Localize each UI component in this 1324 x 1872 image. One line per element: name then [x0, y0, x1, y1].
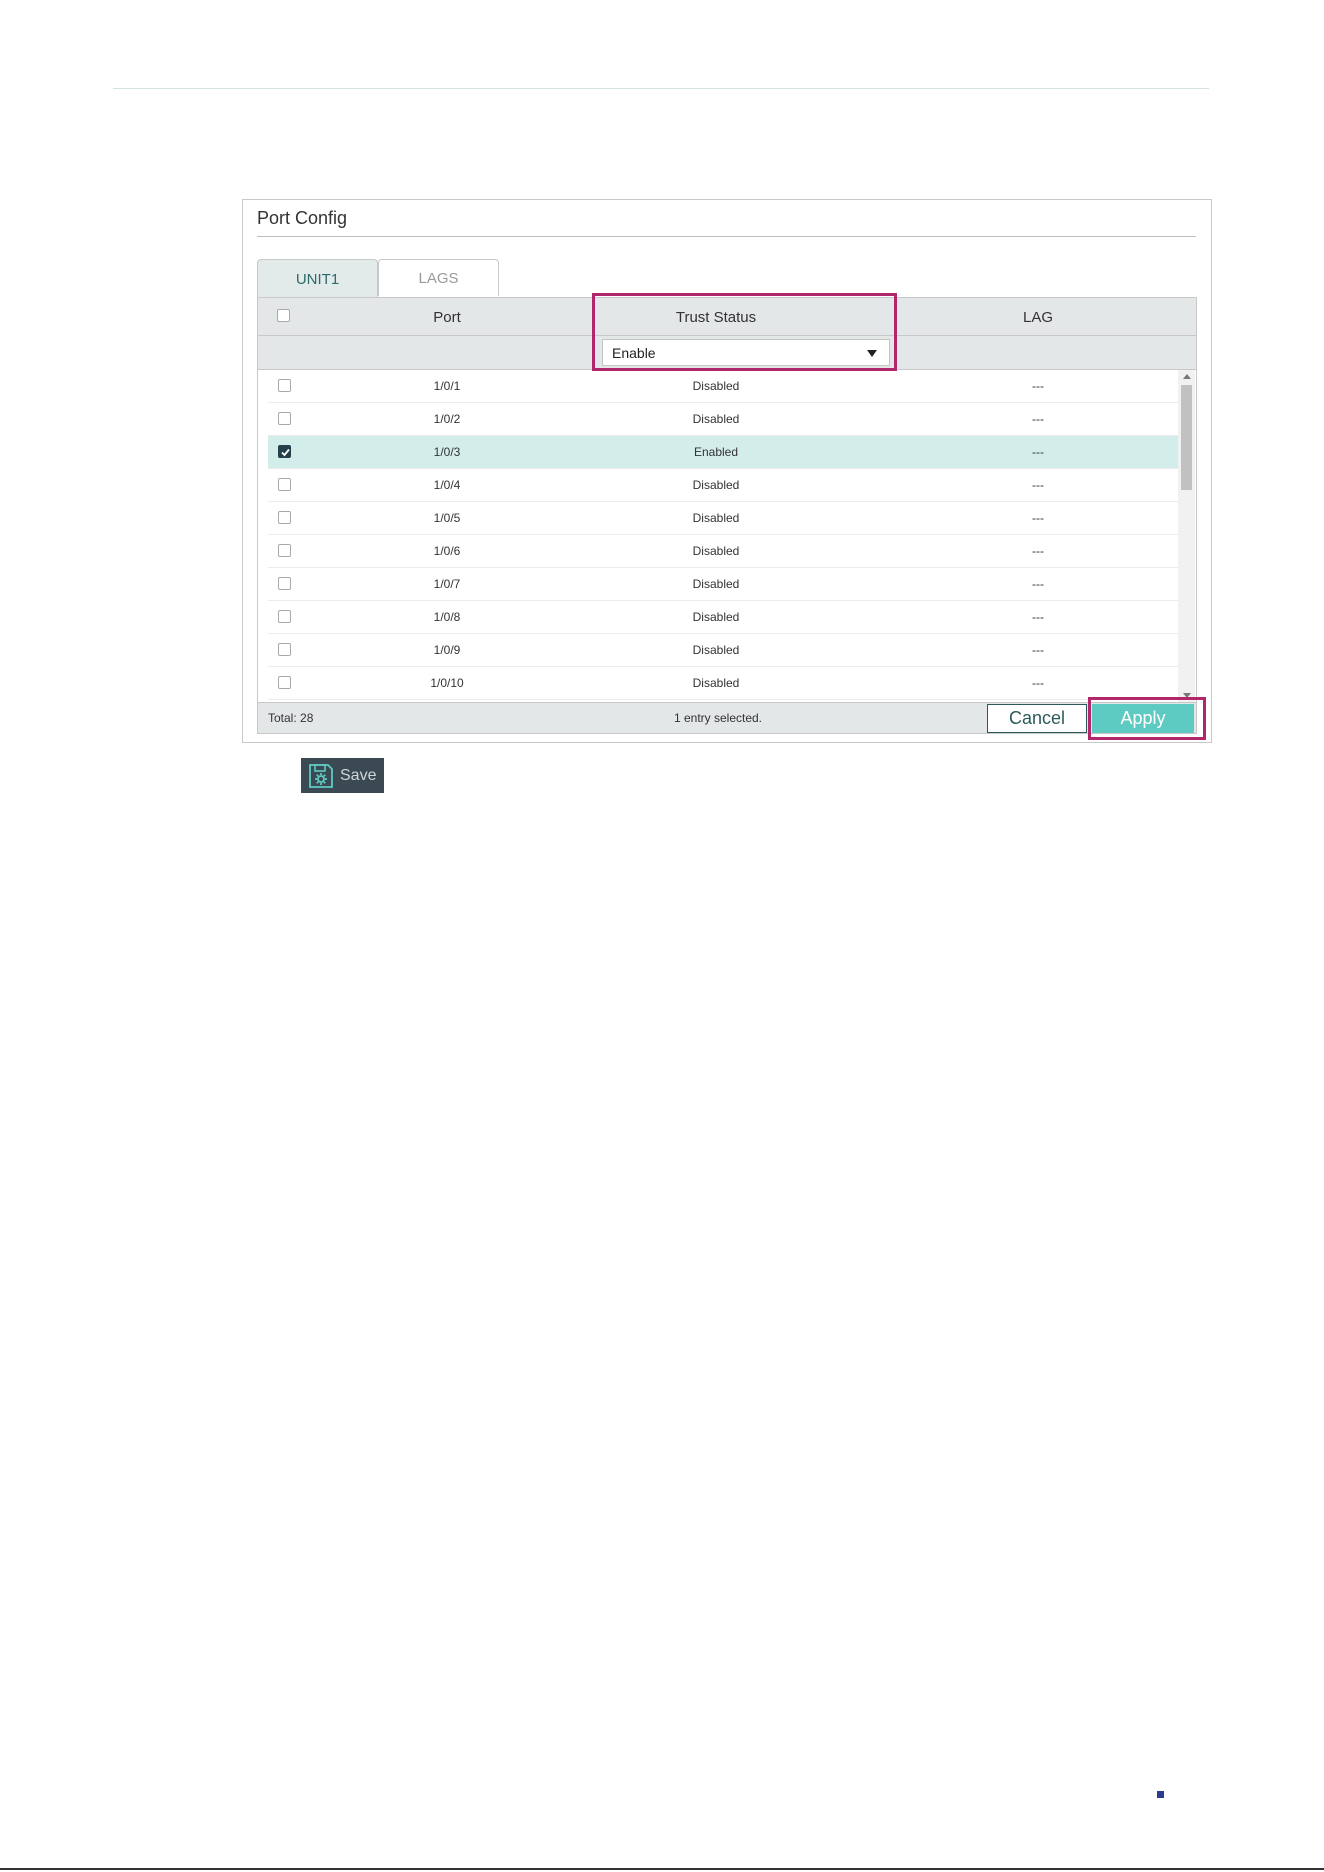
- total-count: Total: 28: [268, 711, 314, 725]
- cell-port: 1/0/2: [433, 412, 461, 426]
- row-checkbox[interactable]: [278, 478, 291, 491]
- select-all-checkbox[interactable]: [277, 309, 290, 322]
- save-button-label: Save: [340, 766, 377, 784]
- table-row[interactable]: 1/0/9 Disabled ---: [268, 634, 1178, 667]
- trust-status-select[interactable]: Enable: [602, 339, 890, 366]
- row-checkbox[interactable]: [278, 676, 291, 689]
- port-table: Port Trust Status LAG Enable 1/0/1 Disabl…: [257, 297, 1197, 734]
- scrollbar-thumb[interactable]: [1181, 385, 1192, 490]
- table-row[interactable]: 1/0/8 Disabled ---: [268, 601, 1178, 634]
- row-checkbox[interactable]: [278, 445, 291, 458]
- table-row[interactable]: 1/0/6 Disabled ---: [268, 535, 1178, 568]
- cell-trust-status: Disabled: [692, 676, 740, 690]
- table-footer: Total: 28 1 entry selected. Cancel Apply: [258, 702, 1196, 733]
- row-checkbox[interactable]: [278, 610, 291, 623]
- row-checkbox[interactable]: [278, 643, 291, 656]
- cell-port: 1/0/3: [433, 445, 461, 459]
- scroll-up-arrow-icon[interactable]: [1183, 374, 1191, 379]
- column-header-trust-status: Trust Status: [675, 309, 757, 326]
- cell-port: 1/0/5: [433, 511, 461, 525]
- cell-trust-status: Disabled: [692, 379, 740, 393]
- cell-port: 1/0/6: [433, 544, 461, 558]
- cell-lag: ---: [1032, 511, 1044, 525]
- cell-port: 1/0/4: [433, 478, 461, 492]
- cell-port: 1/0/10: [430, 676, 464, 690]
- cell-lag: ---: [1032, 445, 1044, 459]
- cell-port: 1/0/7: [433, 577, 461, 591]
- table-header: Port Trust Status LAG: [258, 298, 1196, 336]
- row-checkbox[interactable]: [278, 511, 291, 524]
- cell-lag: ---: [1032, 379, 1044, 393]
- page-top-divider: [113, 88, 1209, 89]
- cell-lag: ---: [1032, 676, 1044, 690]
- table-row[interactable]: 1/0/2 Disabled ---: [268, 403, 1178, 436]
- cell-trust-status: Disabled: [692, 412, 740, 426]
- tab-lags[interactable]: LAGS: [378, 259, 499, 296]
- cell-trust-status: Disabled: [692, 478, 740, 492]
- cell-lag: ---: [1032, 577, 1044, 591]
- cell-lag: ---: [1032, 610, 1044, 624]
- cell-trust-status: Disabled: [692, 577, 740, 591]
- cell-lag: ---: [1032, 478, 1044, 492]
- row-checkbox[interactable]: [278, 379, 291, 392]
- page-bottom-divider: [0, 1868, 1324, 1870]
- table-row[interactable]: 1/0/5 Disabled ---: [268, 502, 1178, 535]
- cell-port: 1/0/9: [433, 643, 461, 657]
- row-checkbox[interactable]: [278, 412, 291, 425]
- tab-unit1[interactable]: UNIT1: [257, 259, 378, 298]
- scroll-down-arrow-icon[interactable]: [1183, 693, 1191, 698]
- cell-trust-status: Disabled: [692, 610, 740, 624]
- table-row[interactable]: 1/0/4 Disabled ---: [268, 469, 1178, 502]
- panel-title: Port Config: [257, 208, 348, 228]
- cell-lag: ---: [1032, 643, 1044, 657]
- cell-lag: ---: [1032, 412, 1044, 426]
- cell-trust-status: Enabled: [693, 445, 739, 459]
- cell-lag: ---: [1032, 544, 1044, 558]
- cell-trust-status: Disabled: [692, 643, 740, 657]
- table-row[interactable]: 1/0/10 Disabled ---: [268, 667, 1178, 700]
- filter-row: Enable: [258, 336, 1196, 370]
- port-config-panel: Port Config UNIT1 LAGS Port Trust Status…: [242, 199, 1212, 743]
- cell-trust-status: Disabled: [692, 544, 740, 558]
- selection-status: 1 entry selected.: [673, 711, 763, 725]
- save-button[interactable]: Save: [301, 758, 384, 793]
- save-gear-icon: [309, 763, 333, 788]
- column-header-lag: LAG: [1022, 309, 1053, 326]
- panel-title-divider: [257, 236, 1196, 237]
- table-row[interactable]: 1/0/3 Enabled ---: [268, 436, 1178, 469]
- row-checkbox[interactable]: [278, 577, 291, 590]
- cell-port: 1/0/1: [433, 379, 461, 393]
- table-row[interactable]: 1/0/1 Disabled ---: [268, 370, 1178, 403]
- checkmark-icon: [281, 448, 290, 457]
- apply-button[interactable]: Apply: [1092, 704, 1194, 733]
- cell-port: 1/0/8: [433, 610, 461, 624]
- table-body: 1/0/1 Disabled --- 1/0/2 Disabled --- 1/0/3 Ena…: [258, 370, 1178, 702]
- row-checkbox[interactable]: [278, 544, 291, 557]
- table-row[interactable]: 1/0/7 Disabled ---: [268, 568, 1178, 601]
- cell-trust-status: Disabled: [692, 511, 740, 525]
- page-marker: [1157, 1791, 1164, 1798]
- cancel-button[interactable]: Cancel: [987, 704, 1087, 733]
- chevron-down-icon: [867, 350, 877, 357]
- table-scrollbar[interactable]: [1178, 370, 1195, 702]
- trust-status-select-value: Enable: [612, 345, 656, 361]
- column-header-port: Port: [433, 309, 461, 326]
